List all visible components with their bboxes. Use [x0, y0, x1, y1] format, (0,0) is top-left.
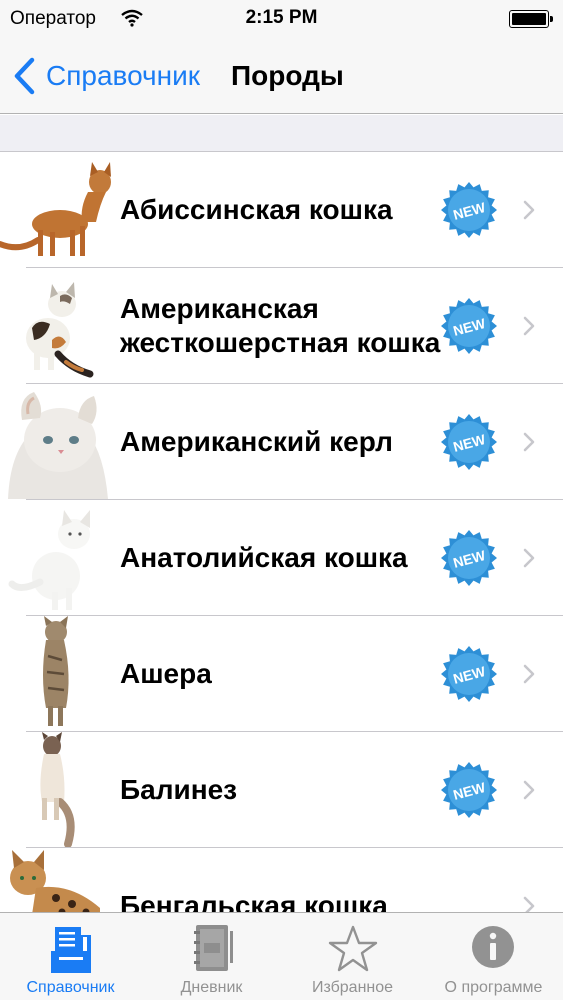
tab-reference[interactable]: Справочник	[0, 913, 141, 1000]
list-item[interactable]: Американская жесткошерстная кошка NEW	[0, 268, 563, 384]
chevron-right-icon	[523, 200, 535, 220]
chevron-right-icon	[523, 316, 535, 336]
breed-list[interactable]: Абиссинская кошка NEW Американская жестк…	[0, 152, 563, 912]
breed-name: Американская жесткошерстная кошка	[120, 292, 441, 358]
cat-thumbnail	[43, 616, 69, 726]
battery-icon	[509, 10, 553, 28]
list-item[interactable]: Балинез NEW	[0, 732, 563, 848]
chevron-right-icon	[523, 896, 535, 912]
cat-thumbnail	[8, 392, 108, 499]
breed-name: Бенгальская кошка	[120, 889, 388, 913]
chevron-right-icon	[523, 780, 535, 800]
list-item[interactable]: Бенгальская кошка	[0, 848, 563, 912]
chevron-right-icon	[523, 548, 535, 568]
tab-label: Избранное	[311, 979, 394, 996]
star-icon	[328, 925, 377, 972]
new-badge-icon: NEW	[441, 414, 497, 470]
list-item[interactable]: Абиссинская кошка NEW	[0, 152, 563, 268]
cat-thumbnail	[0, 162, 111, 256]
tab-bar: Справочник Дневник Избранное О программе	[0, 912, 563, 1000]
breed-name: Ашера	[120, 657, 212, 689]
tab-favorites[interactable]: Избранное	[282, 913, 423, 1000]
list-item[interactable]: Анатолийская кошка NEW	[0, 500, 563, 616]
new-badge-icon: NEW	[441, 646, 497, 702]
cat-thumbnail	[26, 282, 94, 378]
cat-thumbnail	[40, 732, 75, 847]
back-button[interactable]: Справочник	[12, 56, 200, 96]
tab-about[interactable]: О программе	[423, 913, 563, 1000]
breed-name: Американский керл	[120, 425, 393, 457]
clock-label: 2:15 PM	[245, 7, 318, 28]
notebook-icon	[193, 925, 233, 971]
list-item[interactable]: Ашера NEW	[0, 616, 563, 732]
chevron-right-icon	[523, 432, 535, 452]
cat-thumbnail	[8, 510, 90, 610]
info-icon	[472, 926, 514, 968]
page-title: Породы	[231, 60, 344, 91]
new-badge-icon: NEW	[441, 530, 497, 586]
new-badge-icon: NEW	[441, 182, 497, 238]
chevron-left-icon	[14, 57, 35, 95]
breed-name: Абиссинская кошка	[120, 193, 393, 225]
new-badge-icon: NEW	[441, 762, 497, 818]
navigation-bar: Справочник Породы	[0, 38, 563, 114]
cat-thumbnail	[10, 850, 100, 912]
breed-name: Балинез	[120, 773, 238, 805]
tab-label: Дневник	[180, 979, 243, 996]
tab-label: О программе	[444, 979, 543, 996]
section-header	[0, 115, 563, 152]
status-bar: Оператор 2:15 PM	[0, 0, 563, 38]
tab-diary[interactable]: Дневник	[141, 913, 282, 1000]
breed-name: Анатолийская кошка	[120, 541, 408, 573]
book-icon	[50, 927, 91, 973]
back-button-label: Справочник	[46, 60, 200, 91]
new-badge-icon: NEW	[441, 298, 497, 354]
list-item[interactable]: Американский керл NEW	[0, 384, 563, 500]
tab-label: Справочник	[26, 979, 115, 996]
chevron-right-icon	[523, 664, 535, 684]
